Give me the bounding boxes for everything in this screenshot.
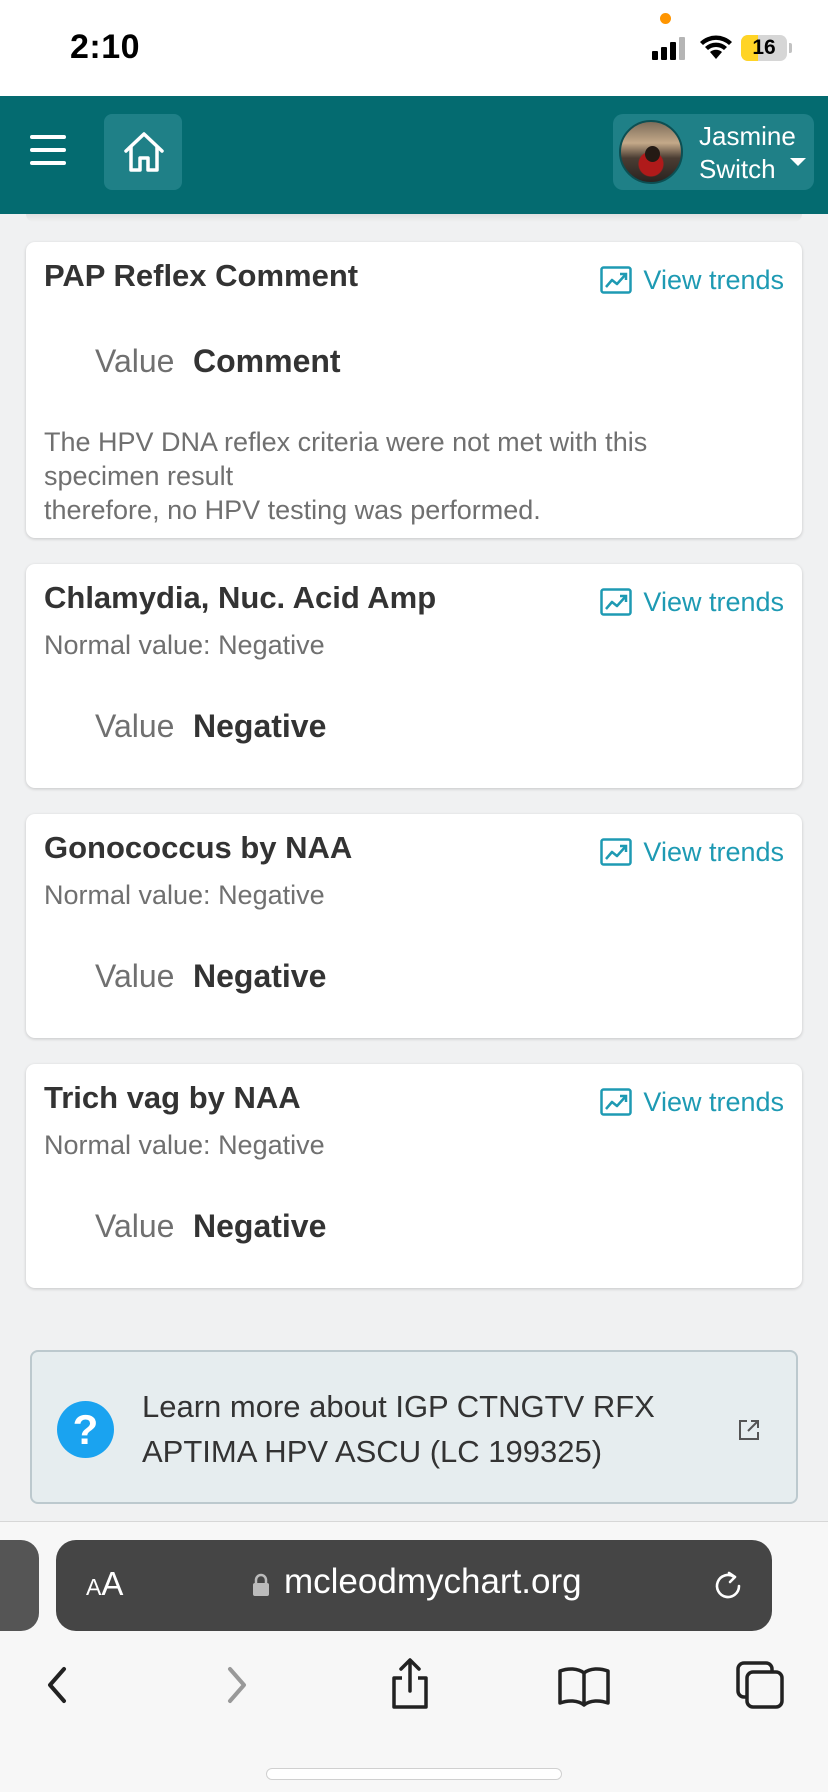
result-title: Gonococcus by NAA [44, 830, 353, 865]
user-menu-button[interactable]: Jasmine Switch [613, 114, 814, 190]
normal-value: Normal value: Negative [44, 880, 325, 910]
text-size-large: A [101, 1565, 124, 1602]
value-label: Value [95, 343, 175, 379]
result-title: Chlamydia, Nuc. Acid Amp [44, 580, 437, 615]
battery-level: 16 [752, 36, 776, 59]
trend-chart-icon [600, 838, 633, 866]
view-trends-label: View trends [643, 1086, 784, 1117]
result-value: Comment [193, 343, 341, 379]
status-bar: 2:10 16 [0, 0, 828, 96]
cellular-signal-icon [652, 36, 688, 60]
user-last-name: Switch [699, 154, 776, 184]
url-text: mcleodmychart.org [284, 1562, 582, 1601]
menu-icon[interactable] [30, 133, 68, 167]
user-first-name: Jasmine [699, 121, 796, 151]
browser-toolbar: AA mcleodmychart.org [0, 1521, 828, 1792]
battery-tip [789, 43, 792, 53]
wifi-icon [700, 35, 732, 59]
view-trends-link[interactable]: View trends [600, 262, 784, 298]
trend-chart-icon [600, 1088, 633, 1116]
previous-card-edge [26, 214, 802, 222]
view-trends-link[interactable]: View trends [600, 834, 784, 870]
external-link-icon [739, 1420, 759, 1440]
bookmarks-icon[interactable] [554, 1655, 614, 1715]
result-value: Negative [193, 1208, 327, 1244]
caret-down-icon [790, 158, 806, 166]
learn-more-line: Learn more about IGP CTNGTV RFX [142, 1389, 655, 1424]
view-trends-label: View trends [643, 836, 784, 867]
value-label: Value [95, 1208, 175, 1244]
question-mark-icon: ? [57, 1401, 114, 1458]
result-card-pap-reflex: PAP Reflex Comment View trends Value Com… [26, 242, 802, 538]
home-icon [124, 132, 164, 172]
comment-line: The HPV DNA reflex criteria were not met… [44, 427, 648, 457]
browser-nav-row [0, 1655, 828, 1735]
value-label: Value [95, 958, 175, 994]
status-time: 2:10 [70, 28, 141, 66]
tabs-icon[interactable] [730, 1655, 790, 1715]
forward-icon[interactable] [206, 1655, 266, 1715]
user-name: Jasmine Switch [699, 120, 796, 186]
result-card-trich-vag: Trich vag by NAA View trends Normal valu… [26, 1064, 802, 1288]
recording-indicator-dot [660, 13, 671, 24]
result-value: Negative [193, 958, 327, 994]
learn-more-text: Learn more about IGP CTNGTV RFX APTIMA H… [142, 1384, 662, 1474]
view-trends-link[interactable]: View trends [600, 1084, 784, 1120]
text-size-button[interactable]: AA [86, 1565, 123, 1603]
app-header: Jasmine Switch [0, 96, 828, 214]
value-label: Value [95, 708, 175, 744]
home-indicator[interactable] [266, 1768, 562, 1780]
trend-chart-icon [600, 266, 633, 294]
learn-more-line: APTIMA HPV ASCU (LC 199325) [142, 1434, 603, 1469]
share-icon[interactable] [380, 1655, 440, 1715]
text-size-small: A [86, 1574, 102, 1600]
previous-tab-edge[interactable] [0, 1540, 39, 1631]
reload-icon[interactable] [710, 1568, 746, 1604]
result-value: Negative [193, 708, 327, 744]
avatar [619, 120, 683, 184]
result-card-gonococcus: Gonococcus by NAA View trends Normal val… [26, 814, 802, 1038]
trend-chart-icon [600, 588, 633, 616]
view-trends-label: View trends [643, 264, 784, 295]
result-card-chlamydia: Chlamydia, Nuc. Acid Amp View trends Nor… [26, 564, 802, 788]
result-title: PAP Reflex Comment [44, 258, 359, 293]
view-trends-label: View trends [643, 586, 784, 617]
comment-line: therefore, no HPV testing was performed. [44, 495, 541, 525]
home-button[interactable] [104, 114, 182, 190]
battery-icon: 16 [741, 35, 787, 61]
normal-value: Normal value: Negative [44, 1130, 325, 1160]
back-icon[interactable] [28, 1655, 88, 1715]
lock-icon [253, 1573, 269, 1596]
view-trends-link[interactable]: View trends [600, 584, 784, 620]
address-bar[interactable]: AA mcleodmychart.org [56, 1540, 772, 1631]
result-title: Trich vag by NAA [44, 1080, 301, 1115]
normal-value: Normal value: Negative [44, 630, 325, 660]
learn-more-link[interactable]: ? Learn more about IGP CTNGTV RFX APTIMA… [30, 1350, 798, 1504]
comment-line: specimen result [44, 461, 234, 491]
result-comment: The HPV DNA reflex criteria were not met… [44, 425, 744, 527]
